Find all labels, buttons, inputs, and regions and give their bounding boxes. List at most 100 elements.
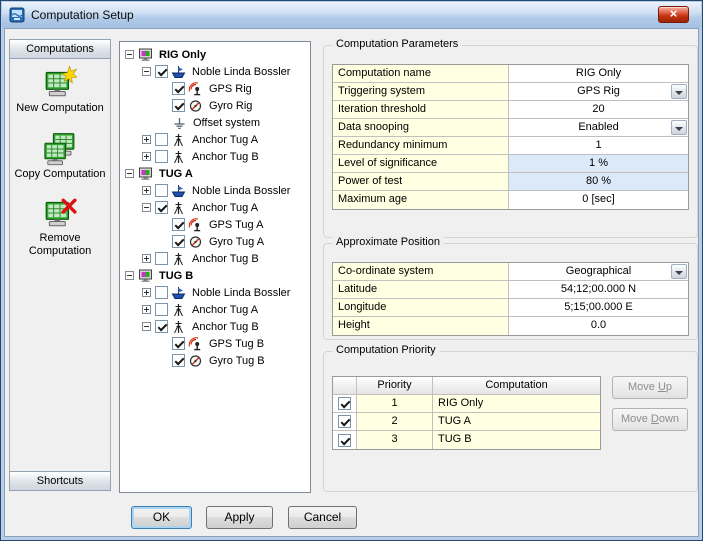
computations-bar-button[interactable]: Computations	[9, 39, 111, 59]
collapse-icon[interactable]	[125, 50, 134, 59]
checkbox[interactable]	[172, 354, 185, 367]
copy-computation-icon	[43, 132, 77, 166]
param-label: Maximum age	[333, 191, 509, 209]
checkbox[interactable]	[338, 415, 351, 428]
table-row[interactable]: 3 TUG B	[333, 431, 600, 449]
param-value-cell[interactable]: 20	[509, 101, 688, 118]
title-bar: Computation Setup ×	[2, 2, 701, 28]
param-value-cell[interactable]: RIG Only	[509, 65, 688, 82]
param-value-cell[interactable]: 54;12;00.000 N	[509, 281, 688, 298]
dropdown-arrow-icon[interactable]	[671, 120, 687, 135]
tree-node[interactable]: Gyro Tug B	[122, 352, 308, 369]
computation-cell: TUG A	[433, 413, 600, 430]
tree-node[interactable]: Anchor Tug B	[122, 318, 308, 335]
checkbox[interactable]	[172, 235, 185, 248]
computation-cell: TUG B	[433, 431, 600, 449]
table-row: Co-ordinate system Geographical	[333, 263, 688, 281]
tree-node[interactable]: Anchor Tug B	[122, 250, 308, 267]
tree-node[interactable]: Gyro Tug A	[122, 233, 308, 250]
vessel-icon	[171, 65, 186, 79]
tree-node[interactable]: Anchor Tug A	[122, 199, 308, 216]
position-table: Co-ordinate system Geographical Latitude…	[332, 262, 689, 336]
checkbox[interactable]	[155, 65, 168, 78]
apply-button[interactable]: Apply	[206, 506, 273, 529]
shortcuts-bar-button[interactable]: Shortcuts	[9, 471, 111, 491]
checkbox[interactable]	[172, 99, 185, 112]
tree-node[interactable]: Noble Linda Bossler	[122, 63, 308, 80]
checkbox[interactable]	[172, 218, 185, 231]
expand-icon[interactable]	[142, 186, 151, 195]
param-label: Level of significance	[333, 155, 509, 172]
tree-node[interactable]: Anchor Tug A	[122, 301, 308, 318]
tree-node[interactable]: Noble Linda Bossler	[122, 182, 308, 199]
checkbox[interactable]	[155, 184, 168, 197]
collapse-icon[interactable]	[125, 169, 134, 178]
tree-node[interactable]: Anchor Tug A	[122, 131, 308, 148]
move-down-button[interactable]: Move Down	[612, 408, 688, 431]
checkbox[interactable]	[155, 320, 168, 333]
tree-node[interactable]: Noble Linda Bossler	[122, 284, 308, 301]
tree-node[interactable]: Gyro Rig	[122, 97, 308, 114]
expand-icon[interactable]	[142, 152, 151, 161]
priority-column-header: Priority	[357, 377, 433, 394]
dropdown-arrow-icon[interactable]	[671, 84, 687, 99]
close-button[interactable]: ×	[658, 6, 689, 23]
checkbox[interactable]	[155, 201, 168, 214]
collapse-icon[interactable]	[125, 271, 134, 280]
anchor-icon	[171, 252, 186, 266]
checkbox[interactable]	[155, 286, 168, 299]
tree-node[interactable]: Offset system	[122, 114, 308, 131]
copy-computation-button[interactable]: Copy Computation	[10, 132, 110, 181]
param-value-cell[interactable]: 1	[509, 137, 688, 154]
param-value-cell[interactable]: GPS Rig	[509, 83, 688, 100]
group-title: Computation Priority	[332, 344, 440, 356]
checkbox[interactable]	[155, 303, 168, 316]
approximate-position-group: Approximate Position Co-ordinate system …	[323, 243, 698, 340]
checkbox[interactable]	[338, 397, 351, 410]
tree-node[interactable]: GPS Tug A	[122, 216, 308, 233]
checkbox[interactable]	[155, 252, 168, 265]
expand-icon[interactable]	[142, 254, 151, 263]
collapse-icon[interactable]	[142, 322, 151, 331]
collapse-icon[interactable]	[142, 203, 151, 212]
param-label: Latitude	[333, 281, 509, 298]
dropdown-arrow-icon[interactable]	[671, 264, 687, 279]
table-row[interactable]: 1 RIG Only	[333, 395, 600, 413]
expand-icon[interactable]	[142, 135, 151, 144]
table-row: Redundancy minimum 1	[333, 137, 688, 155]
computation-setup-window: Computation Setup × Computations New Com…	[0, 0, 703, 541]
ok-button[interactable]: OK	[131, 506, 192, 529]
priority-cell: 1	[357, 395, 433, 412]
param-value-cell[interactable]: 0 [sec]	[509, 191, 688, 209]
collapse-icon[interactable]	[142, 67, 151, 76]
expand-icon[interactable]	[142, 288, 151, 297]
checkbox[interactable]	[172, 82, 185, 95]
remove-computation-button[interactable]: Remove Computation	[10, 196, 110, 258]
checkbox[interactable]	[172, 337, 185, 350]
param-value-cell[interactable]: Enabled	[509, 119, 688, 136]
tree-node[interactable]: TUG A	[122, 165, 308, 182]
window-title: Computation Setup	[31, 8, 134, 22]
expand-icon[interactable]	[142, 305, 151, 314]
param-value-cell[interactable]: 80 %	[509, 173, 688, 190]
tree-node[interactable]: TUG B	[122, 267, 308, 284]
table-row: Height 0.0	[333, 317, 688, 335]
cancel-button[interactable]: Cancel	[288, 506, 357, 529]
param-value-cell[interactable]: 1 %	[509, 155, 688, 172]
param-value-cell[interactable]: 0.0	[509, 317, 688, 335]
param-value-cell[interactable]: 5;15;00.000 E	[509, 299, 688, 316]
anchor-icon	[171, 133, 186, 147]
checkbox[interactable]	[338, 434, 351, 447]
checkbox[interactable]	[155, 150, 168, 163]
vessel-icon	[171, 184, 186, 198]
tree-node[interactable]: GPS Tug B	[122, 335, 308, 352]
move-up-button[interactable]: Move Up	[612, 376, 688, 399]
tree-node[interactable]: Anchor Tug B	[122, 148, 308, 165]
tree-node[interactable]: RIG Only	[122, 46, 308, 63]
param-value-cell[interactable]: Geographical	[509, 263, 688, 280]
checkbox[interactable]	[155, 133, 168, 146]
tree-node[interactable]: GPS Rig	[122, 80, 308, 97]
new-computation-button[interactable]: New Computation	[10, 66, 110, 115]
table-row[interactable]: 2 TUG A	[333, 413, 600, 431]
computation-tree[interactable]: RIG Only Noble Linda Bossler GPS Rig Gyr…	[119, 41, 311, 493]
